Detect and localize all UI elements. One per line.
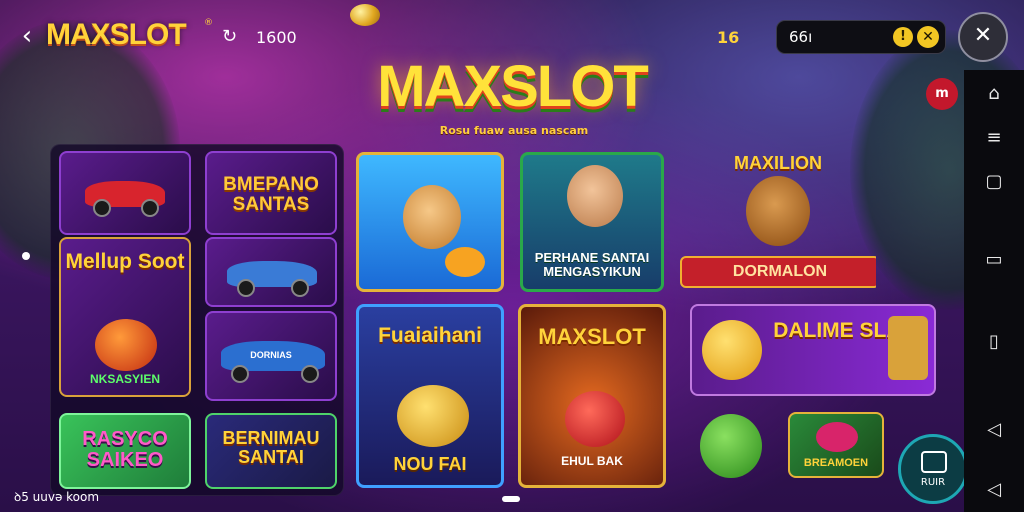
hero-subtitle: Rosu fuaw ausa nascam [439,124,589,137]
balance-value: 66ı [789,28,813,46]
system-nav-bar: ⌂ ≡ ▢ ▭ ▯ ◁ ◁ [964,70,1024,512]
close-tools-button[interactable]: ✕ [958,12,1008,62]
back-triangle-icon[interactable]: ◁ [982,418,1006,442]
window-icon[interactable]: ▭ [982,248,1006,272]
left-game-panel: BMEPANO SANTAS Mellup Soot NKSASYIEN DOR… [50,144,344,496]
wheel [231,365,249,383]
tile-banner: DORMALON [680,256,876,288]
game-tile-breamoen[interactable]: BREAMOEN [788,412,884,478]
gold-bar-image [888,316,928,380]
gem-image [816,422,858,452]
page-indicator [502,496,520,502]
coin-icon: ! [893,27,913,47]
game-tile-red-car[interactable] [59,151,191,235]
coins-image [397,385,469,447]
tile-subtitle: EHUL BAK [561,454,623,468]
character-image [403,185,461,249]
fruit-image [565,391,625,447]
game-tile-dornias[interactable]: DORNIAS [205,311,337,401]
tile-title: BERNIMAU SANTAI [222,428,320,467]
game-tile-bernimau[interactable]: BERNIMAU SANTAI [205,413,337,489]
fab-label: RUIR [920,477,946,488]
add-balance-icon[interactable]: ✕ [917,26,939,48]
tile-subtitle: NOU FAI [393,454,467,474]
game-tile-jungle-monkey[interactable] [356,152,504,292]
notification-badge[interactable]: m [926,78,958,110]
page-icon[interactable]: ▢ [982,170,1006,194]
wheel [237,279,255,297]
square-icon[interactable]: ▯ [982,330,1006,354]
game-tile-mellup[interactable]: Mellup Soot NKSASYIEN [59,237,191,397]
wheel [93,199,111,217]
back-arrow-icon[interactable]: ‹ [14,20,40,52]
brand-registered-mark: ® [204,18,213,28]
fruit-image [95,319,157,371]
side-indicator-dot [22,252,30,260]
tile-title: MAXILION [734,153,822,173]
footer-text: ꝺ5 uuvə koom [14,490,100,504]
stat-value: 1600 [256,28,297,47]
game-tile-blue-car[interactable] [205,237,337,307]
tile-title: BMEPANO SANTAS [223,174,319,215]
tile-title: Fuaiaihani [378,324,482,347]
game-tile-rasyco[interactable]: RASYCO SAIKEO [59,413,191,489]
tile-subtitle: NKSASYIEN [89,372,160,386]
tile-title: Mellup Soot [65,250,185,273]
tile-title: BREAMOEN [803,457,869,469]
balance-field[interactable]: 66ı ! ✕ [776,20,946,54]
character-image [567,165,623,227]
orange-image [445,247,485,277]
menu-icon[interactable]: ≡ [982,126,1006,150]
lion-character-image [746,176,810,246]
wheel [301,365,319,383]
coin-decor [350,4,380,26]
bag-icon [921,451,947,473]
bookmark-icon[interactable]: ⌂ [982,82,1006,106]
tile-title: MAXSLOT [538,324,646,349]
game-tile-perhane-santai[interactable]: PERHANE SANTAI MENGASYIKUN [520,152,664,292]
home-triangle-icon[interactable]: ◁ [982,478,1006,502]
game-tile-bmepano[interactable]: BMEPANO SANTAS [205,151,337,235]
refresh-icon[interactable]: ↻ [222,26,237,47]
wheel [141,199,159,217]
game-tile-maxslot[interactable]: MAXSLOT EHUL BAK [518,304,666,488]
hero-title: MAXSLOT [377,54,649,119]
game-tile-maxilion[interactable]: MAXILION DORMALON [680,150,876,294]
game-tile-fuaiaihani[interactable]: Fuaiaihani NOU FAI [356,304,504,488]
game-tile-lime[interactable] [700,414,762,478]
fab-button[interactable]: RUIR [898,434,968,504]
game-tile-dalime-slat[interactable]: DALIME SLAT [690,304,936,396]
brand-logo: MAXSLOT [46,18,187,51]
rank-indicator: 16 [717,28,740,47]
tile-title: RASYCO SAIKEO [82,428,168,471]
wheel [291,279,309,297]
tile-title: PERHANE SANTAI MENGASYIKUN [534,250,650,279]
tile-title: DORNIAS [250,350,292,360]
